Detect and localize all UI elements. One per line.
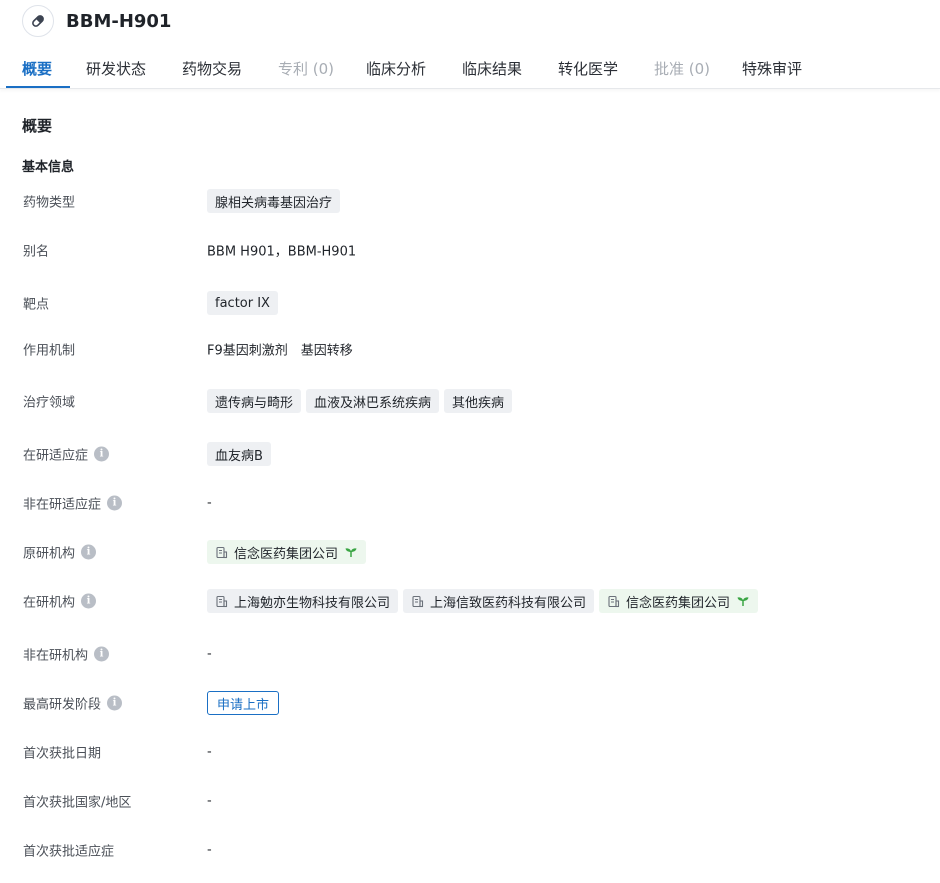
row-highest-phase: 最高研发阶段 i 申请上市 (0, 688, 940, 718)
tab-bar: 概要 研发状态 药物交易 专利 (0) 临床分析 临床结果 转化医学 批准 (0… (0, 48, 940, 89)
row-first-approval-date: 首次获批日期 - (0, 737, 940, 767)
org-name: 上海信致医药科技有限公司 (430, 595, 587, 611)
building-icon (607, 595, 620, 608)
section-title: 概要 (22, 117, 53, 135)
field-label: 治疗领域 (23, 395, 76, 411)
active-tab-indicator (6, 86, 70, 88)
field-label: 作用机制 (23, 343, 76, 359)
row-first-approval-indication: 首次获批适应症 - (0, 835, 940, 865)
row-active-indication: 在研适应症 i 血友病B (0, 439, 940, 469)
tab-patents: 专利 (0) (278, 60, 335, 78)
tab-drug-deals[interactable]: 药物交易 (182, 58, 242, 79)
org-name: 信念医药集团公司 (626, 595, 731, 611)
info-icon[interactable]: i (94, 446, 110, 462)
row-inactive-org: 非在研机构 i - (0, 639, 940, 669)
tab-translational-medicine[interactable]: 转化医学 (558, 58, 618, 79)
row-inactive-indication: 非在研适应症 i - (0, 488, 940, 518)
inactive-org-value: - (207, 646, 212, 662)
alias-value: BBM H901，BBM-H901 (207, 244, 357, 260)
inactive-indication-value: - (207, 495, 212, 511)
therapy-area-tag: 血液及淋巴系统疾病 (306, 389, 440, 413)
therapy-area-tag: 其他疾病 (444, 389, 513, 413)
drug-title: BBM-H901 (66, 10, 172, 32)
sprout-icon (736, 595, 750, 607)
building-icon (215, 546, 228, 559)
field-label: 非在研适应症 (23, 497, 102, 513)
field-label: 别名 (23, 244, 50, 260)
org-tag[interactable]: 上海勉亦生物科技有限公司 (207, 589, 399, 613)
building-icon (411, 595, 424, 608)
tab-approvals: 批准 (0) (654, 60, 711, 78)
tab-rd-status[interactable]: 研发状态 (86, 58, 146, 79)
row-drug-type: 药物类型 腺相关病毒基因治疗 (0, 186, 940, 216)
field-label: 非在研机构 (23, 648, 89, 664)
indication-tag[interactable]: 血友病B (207, 442, 271, 466)
info-icon[interactable]: i (81, 593, 97, 609)
row-mechanism: 作用机制 F9基因刺激剂 基因转移 (0, 334, 940, 364)
mechanism-item: F9基因刺激剂 (207, 343, 288, 359)
pill-icon (22, 5, 54, 37)
first-approval-indication-value: - (207, 842, 212, 858)
tab-clinical-analysis[interactable]: 临床分析 (366, 58, 426, 79)
mechanism-item: 基因转移 (300, 343, 353, 359)
row-therapy-area: 治疗领域 遗传病与畸形 血液及淋巴系统疾病 其他疾病 (0, 386, 940, 416)
first-approval-country-value: - (207, 793, 212, 809)
field-label: 靶点 (23, 297, 50, 313)
org-tag[interactable]: 信念医药集团公司 (207, 540, 367, 564)
field-label: 原研机构 (23, 546, 76, 562)
row-first-approval-country: 首次获批国家/地区 - (0, 786, 940, 816)
tab-clinical-results[interactable]: 临床结果 (462, 58, 522, 79)
field-label: 药物类型 (23, 195, 76, 211)
info-icon[interactable]: i (94, 646, 110, 662)
first-approval-date-value: - (207, 744, 212, 760)
field-label: 最高研发阶段 (23, 697, 102, 713)
row-originator: 原研机构 i 信念医药集团公司 (0, 537, 940, 567)
field-label: 首次获批国家/地区 (23, 795, 132, 811)
building-icon (215, 595, 228, 608)
info-icon[interactable]: i (81, 544, 97, 560)
org-name: 信念医药集团公司 (234, 546, 339, 562)
info-icon[interactable]: i (107, 495, 123, 511)
field-label: 在研机构 (23, 595, 76, 611)
therapy-area-tag: 遗传病与畸形 (207, 389, 302, 413)
tab-special-review[interactable]: 特殊审评 (742, 58, 802, 79)
tab-overview[interactable]: 概要 (22, 58, 52, 79)
info-icon[interactable]: i (107, 695, 123, 711)
field-label: 在研适应症 (23, 448, 89, 464)
org-tag[interactable]: 上海信致医药科技有限公司 (403, 589, 595, 613)
basic-info-title: 基本信息 (22, 160, 75, 175)
field-label: 首次获批日期 (23, 746, 102, 762)
row-alias: 别名 BBM H901，BBM-H901 (0, 235, 940, 265)
row-target: 靶点 factor IX (0, 288, 940, 318)
row-active-org: 在研机构 i 上海勉亦生物科技有限公司 上海信致医药科技有限公司 信念医药集团公… (0, 586, 940, 616)
phase-badge: 申请上市 (207, 691, 280, 715)
drug-header: BBM-H901 (22, 5, 172, 37)
target-tag[interactable]: factor IX (207, 291, 278, 315)
sprout-icon (344, 546, 358, 558)
org-tag[interactable]: 信念医药集团公司 (599, 589, 759, 613)
org-name: 上海勉亦生物科技有限公司 (234, 595, 391, 611)
field-label: 首次获批适应症 (23, 844, 115, 860)
drug-type-tag: 腺相关病毒基因治疗 (207, 189, 341, 213)
